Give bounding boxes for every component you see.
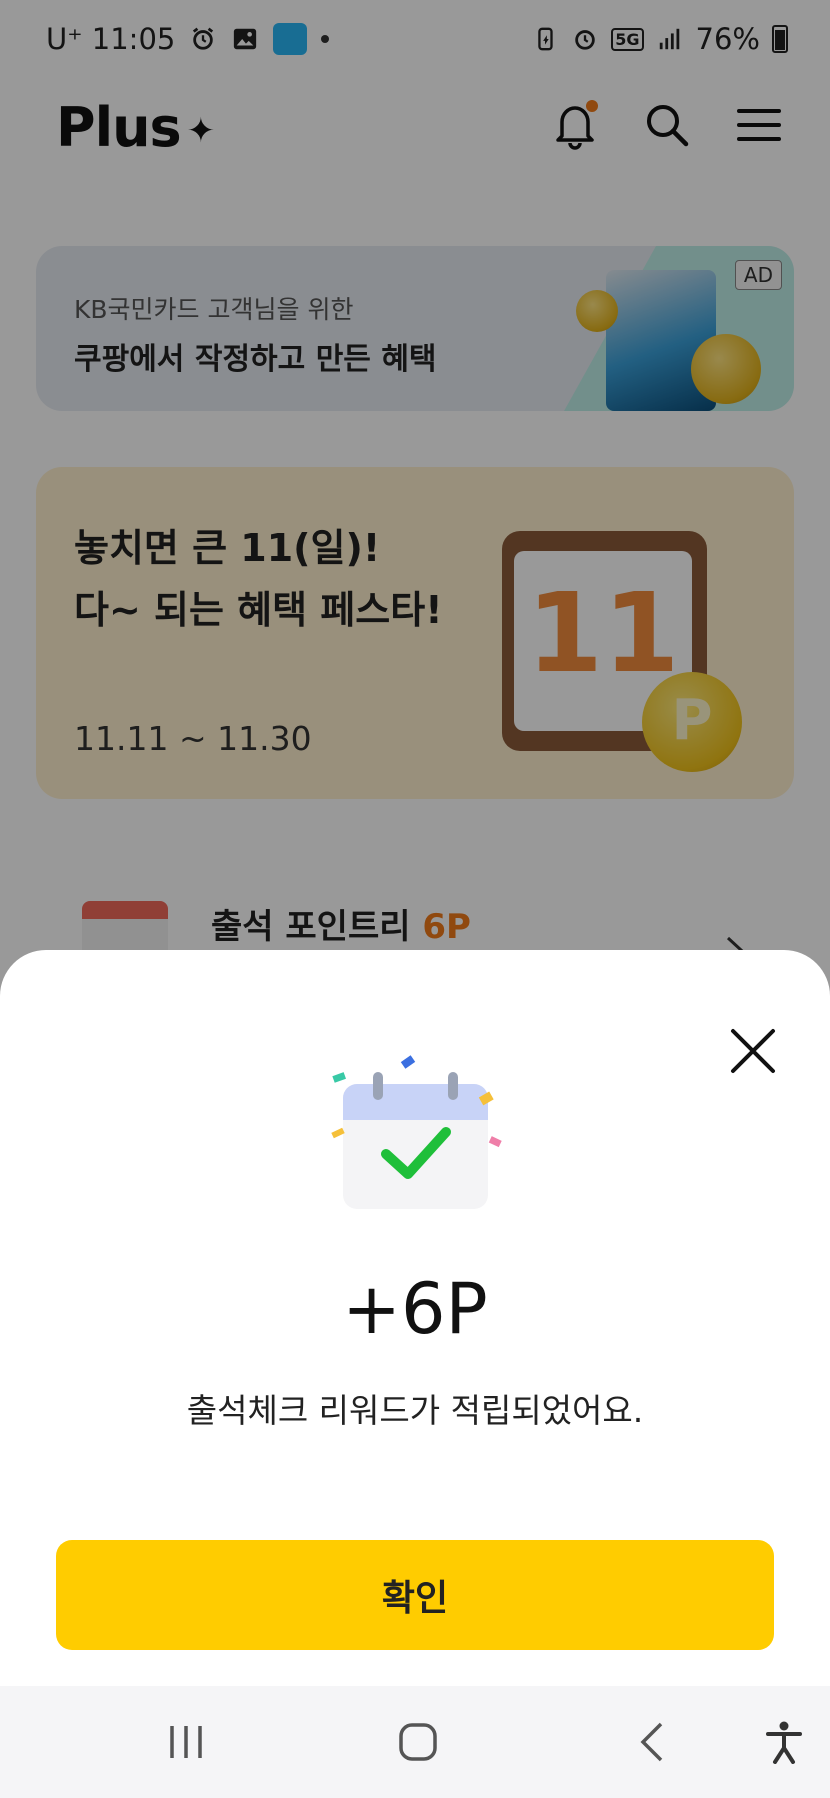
- accessibility-icon: [766, 1721, 802, 1764]
- home-button[interactable]: [388, 1712, 448, 1772]
- back-icon: [640, 1722, 663, 1762]
- back-button[interactable]: [622, 1712, 682, 1772]
- confirm-button[interactable]: 확인: [56, 1540, 774, 1650]
- reward-message: 출석체크 리워드가 적립되었어요.: [186, 1391, 644, 1430]
- calendar-check-icon: [331, 1055, 502, 1209]
- home-icon: [399, 1723, 437, 1761]
- close-icon: [731, 1029, 775, 1073]
- accessibility-button[interactable]: [754, 1712, 814, 1772]
- reward-bottom-sheet: +6P 출석체크 리워드가 적립되었어요. 확인: [0, 950, 830, 1686]
- system-navigation-bar: [0, 1686, 830, 1798]
- reward-points: +6P: [342, 1268, 488, 1350]
- close-button[interactable]: [728, 1026, 778, 1076]
- recent-apps-icon: [170, 1726, 202, 1758]
- recent-apps-button[interactable]: [156, 1712, 216, 1772]
